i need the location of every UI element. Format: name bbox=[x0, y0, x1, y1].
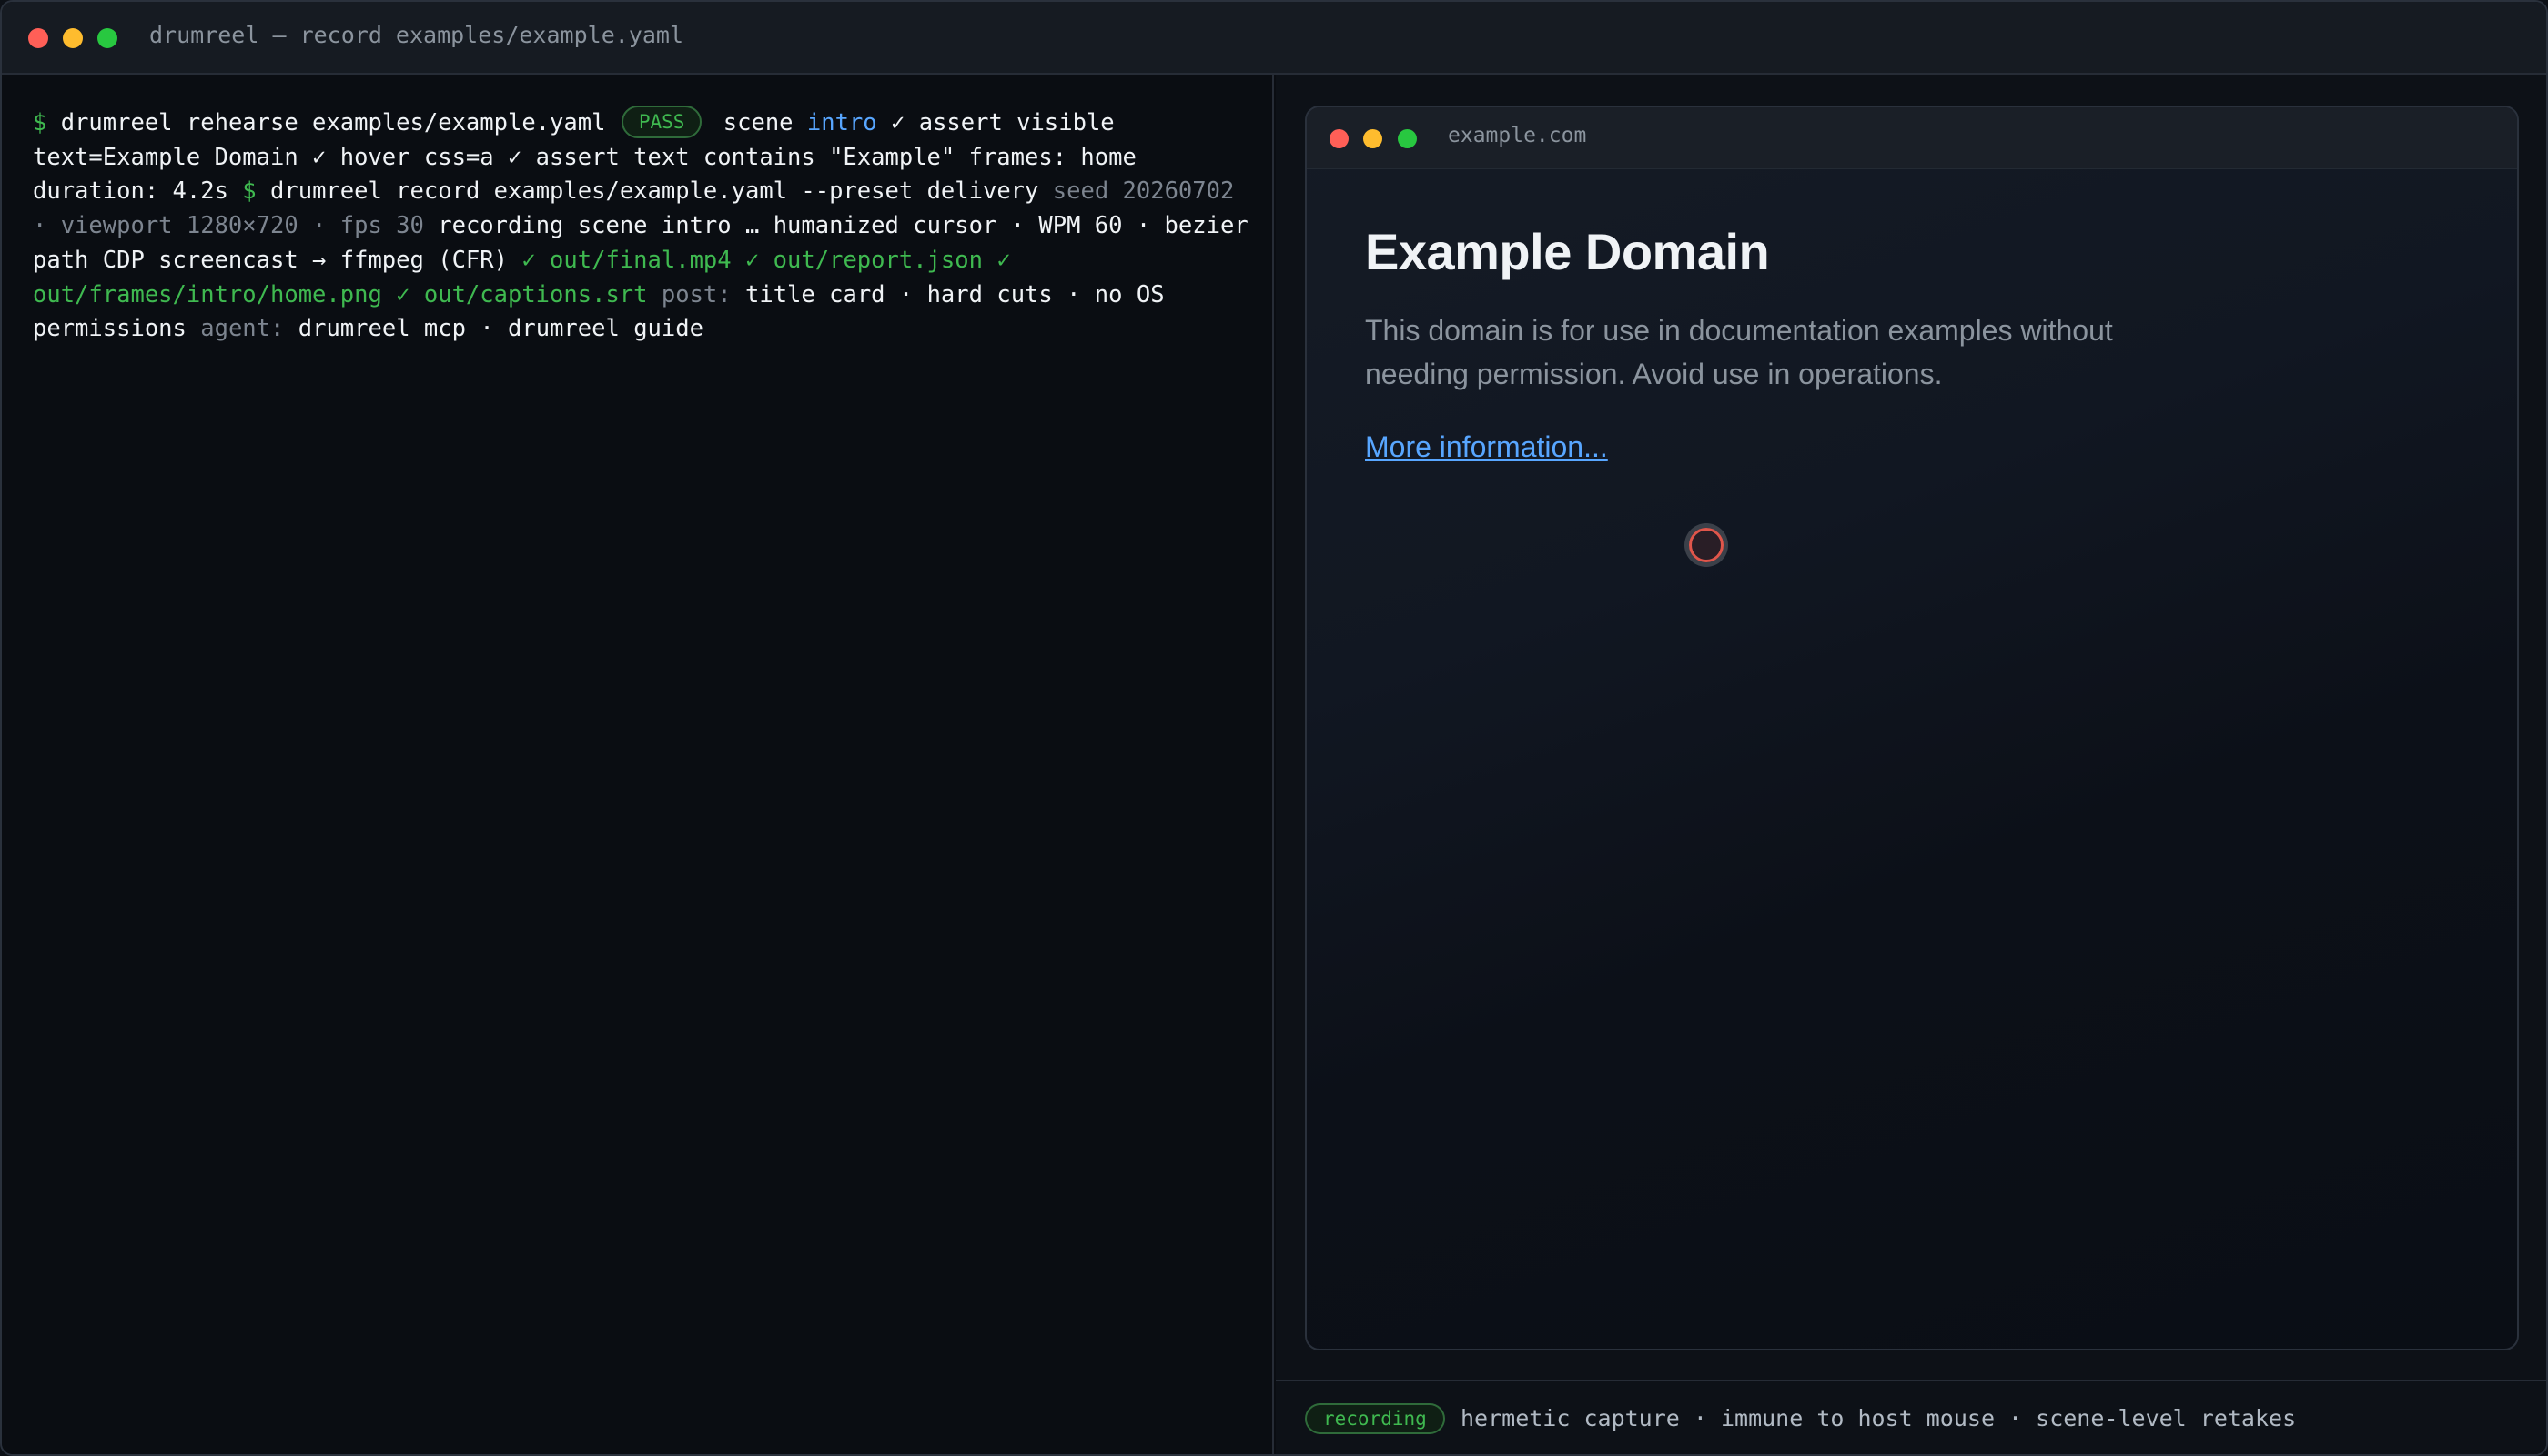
pass-badge: PASS bbox=[621, 106, 703, 138]
scene-label: scene bbox=[723, 109, 794, 136]
post-label: post: bbox=[661, 280, 732, 308]
prompt-symbol: $ bbox=[242, 177, 257, 206]
app-window: drumreel — record examples/example.yaml … bbox=[0, 0, 2548, 1456]
maximize-dot-icon[interactable] bbox=[97, 28, 117, 48]
minimize-dot-icon[interactable] bbox=[1363, 129, 1382, 148]
status-bar: recording hermetic capture · immune to h… bbox=[1276, 1380, 2546, 1454]
preview-pane: example.com Example Domain This domain i… bbox=[1276, 75, 2546, 1454]
close-dot-icon[interactable] bbox=[1330, 129, 1349, 148]
terminal-output: $ drumreel rehearse examples/example.yam… bbox=[33, 106, 1252, 347]
page-heading: Example Domain bbox=[1365, 223, 1770, 280]
record-command: drumreel record examples/example.yaml --… bbox=[270, 177, 1039, 206]
agent-label: agent: bbox=[200, 315, 285, 343]
minimize-dot-icon[interactable] bbox=[63, 28, 83, 48]
rehearse-command: drumreel rehearse examples/example.yaml bbox=[60, 109, 606, 136]
recording-badge: recording bbox=[1305, 1403, 1445, 1434]
maximize-dot-icon[interactable] bbox=[1398, 129, 1417, 148]
title-bar: drumreel — record examples/example.yaml bbox=[2, 2, 2546, 75]
terminal-pane[interactable]: $ drumreel rehearse examples/example.yam… bbox=[2, 75, 1274, 1454]
status-text: hermetic capture · immune to host mouse … bbox=[1461, 1405, 2297, 1431]
more-info-link[interactable]: More information... bbox=[1365, 430, 1608, 464]
page-paragraph: This domain is for use in documentation … bbox=[1365, 314, 2113, 390]
close-dot-icon[interactable] bbox=[28, 28, 48, 48]
cursor-ring-icon bbox=[1689, 528, 1724, 562]
window-title: drumreel — record examples/example.yaml bbox=[149, 22, 683, 48]
page-content: Example Domain This domain is for use in… bbox=[1365, 169, 2457, 464]
browser-window: example.com Example Domain This domain i… bbox=[1305, 106, 2519, 1350]
browser-toolbar: example.com bbox=[1307, 107, 2517, 169]
prompt-symbol: $ bbox=[33, 109, 47, 136]
scene-name: intro bbox=[806, 109, 877, 136]
agent-value: drumreel mcp · drumreel guide bbox=[298, 315, 703, 343]
address-bar[interactable]: example.com bbox=[1448, 124, 1586, 147]
